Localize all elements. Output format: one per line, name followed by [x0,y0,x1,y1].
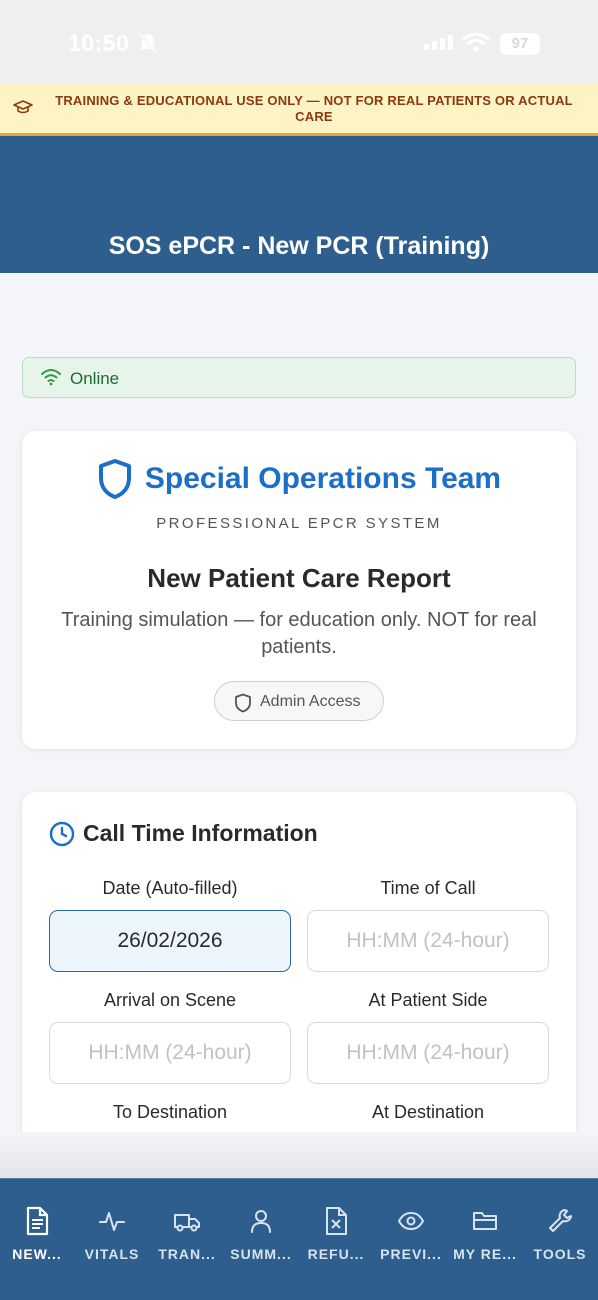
file-x-icon [326,1207,347,1235]
section-header: Call Time Information [49,820,318,847]
nav-label: REFU... [307,1246,365,1262]
nav-label: SUMM... [230,1246,292,1262]
nav-item-my-reports[interactable]: MY RE... [448,1179,522,1279]
shield-icon [98,459,131,499]
brand-row: Special Operations Team [22,458,576,500]
at-patient-side-field[interactable]: HH:MM (24-hour) [307,1022,549,1084]
app-header: SOS ePCR - New PCR (Training) [0,136,598,273]
eye-icon [398,1211,424,1231]
to-destination-label: To Destination [112,1102,228,1122]
nav-label: TOOLS [533,1246,587,1262]
admin-access-button[interactable]: Admin Access [214,681,384,721]
battery-indicator: 97 [500,33,540,55]
nav-item-vitals[interactable]: VITALS [75,1179,149,1279]
training-banner-text: TRAINING & EDUCATIONAL USE ONLY — NOT FO… [55,93,573,124]
report-description: Training simulation — for education only… [61,609,537,658]
admin-access-label: Admin Access [260,693,361,710]
nav-item-new[interactable]: NEW... [0,1179,74,1279]
date-label: Date (Auto-filled) [102,878,238,898]
time-of-call-field[interactable]: HH:MM (24-hour) [307,910,549,972]
wrench-icon [549,1209,572,1232]
training-banner: TRAINING & EDUCATIONAL USE ONLY — NOT FO… [0,84,598,136]
person-icon [251,1210,271,1233]
brand-card: Special Operations Team PROFESSIONAL EPC… [22,431,576,749]
nav-label: PREVI... [380,1246,442,1262]
status-bar: 10:50 97 [0,0,598,84]
graduation-cap-icon [13,100,33,114]
nav-label: VITALS [84,1246,140,1262]
ambulance-icon [174,1214,200,1232]
call-time-card: Call Time Information Date (Auto-filled)… [22,792,576,1152]
nav-item-transport[interactable]: TRAN... [150,1179,224,1279]
signal-icon [424,35,453,50]
connection-status: Online [22,357,576,398]
section-title: Call Time Information [83,820,318,846]
nav-label: NEW... [12,1246,62,1262]
nav-label: TRAN... [158,1246,216,1262]
at-patient-side-label: At Patient Side [368,990,488,1010]
time-of-call-label: Time of Call [380,878,476,898]
bottom-nav: NEW... VITALS TRAN... SUMM... REFU... PR… [0,1178,598,1300]
nav-item-refusal[interactable]: REFU... [299,1179,373,1279]
document-icon [26,1206,49,1236]
wifi-icon [462,32,490,52]
at-destination-label: At Destination [371,1102,485,1122]
nav-item-summary[interactable]: SUMM... [224,1179,298,1279]
brand-subtitle: PROFESSIONAL EPCR SYSTEM [156,515,442,532]
arrival-on-scene-label: Arrival on Scene [103,990,237,1010]
date-field[interactable]: 26/02/2026 [49,910,291,972]
scroll-fade [0,1132,598,1178]
nav-item-tools[interactable]: TOOLS [523,1179,597,1279]
nav-label: MY RE... [453,1246,517,1262]
clock-icon [49,821,75,846]
pulse-icon [99,1212,125,1231]
wifi-icon [41,369,61,386]
page-title: SOS ePCR - New PCR (Training) [108,232,490,260]
status-time: 10:50 [68,30,130,56]
folder-icon [473,1212,497,1230]
connection-status-label: Online [70,369,120,388]
report-title: New Patient Care Report [147,563,451,593]
shield-icon [235,693,251,713]
nav-item-preview[interactable]: PREVI... [374,1179,448,1279]
bell-muted-icon [138,33,158,53]
arrival-on-scene-field[interactable]: HH:MM (24-hour) [49,1022,291,1084]
brand-name: Special Operations Team [144,462,502,495]
